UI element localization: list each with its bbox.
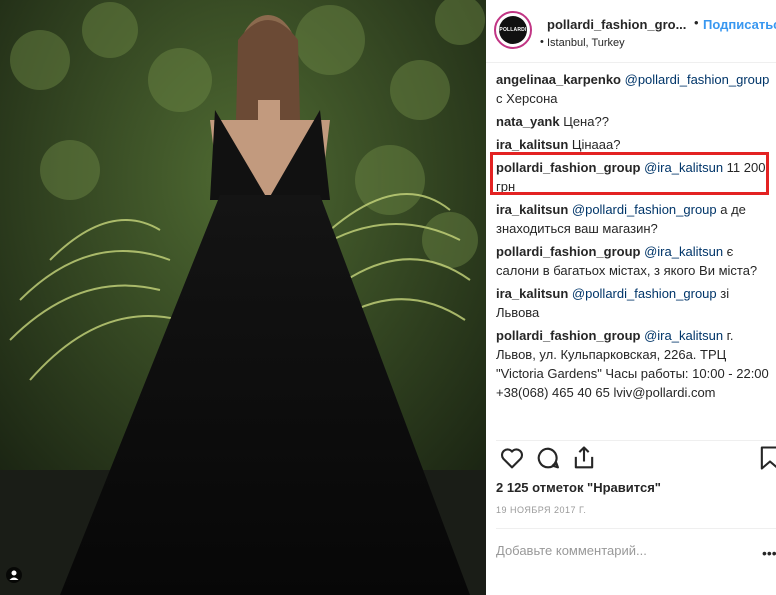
post-panel: POLLARDI pollardi_fashion_gro... • Подпи… xyxy=(486,0,776,595)
comment: pollardi_fashion_group @ira_kalitsun г. … xyxy=(496,326,772,402)
comment-mention[interactable]: @ira_kalitsun xyxy=(644,244,723,259)
location-separator: • xyxy=(540,36,544,48)
user-tag-icon[interactable] xyxy=(6,567,22,583)
more-options-icon[interactable]: ••• xyxy=(762,545,776,561)
post-header: POLLARDI pollardi_fashion_gro... • Подпи… xyxy=(486,0,776,63)
comment-username[interactable]: pollardi_fashion_group xyxy=(496,328,640,343)
comment-mention[interactable]: @ira_kalitsun xyxy=(644,328,723,343)
avatar-logo: POLLARDI xyxy=(499,16,527,44)
heart-icon[interactable] xyxy=(498,444,526,472)
likes-count[interactable]: 2 125 отметок "Нравится" xyxy=(496,480,661,495)
photo-illustration xyxy=(0,0,486,595)
header-separator: • xyxy=(694,15,699,30)
header-username[interactable]: pollardi_fashion_gro... xyxy=(547,17,686,32)
location-link[interactable]: Istanbul, Turkey xyxy=(547,37,625,49)
comment-username[interactable]: ira_kalitsun xyxy=(496,137,568,152)
comment-input[interactable]: Добавьте комментарий... xyxy=(496,543,647,558)
comment: angelinaa_karpenko @pollardi_fashion_gro… xyxy=(496,70,772,108)
bookmark-icon[interactable] xyxy=(756,444,776,472)
comment-mention[interactable]: @pollardi_fashion_group xyxy=(572,202,717,217)
post-date: 19 НОЯБРЯ 2017 Г. xyxy=(496,505,587,515)
divider xyxy=(496,440,776,441)
highlight-box xyxy=(490,152,769,195)
comment-username[interactable]: nata_yank xyxy=(496,114,560,129)
share-icon[interactable] xyxy=(570,444,598,472)
divider xyxy=(496,528,776,529)
comment: nata_yank Цена?? xyxy=(496,112,772,131)
follow-button[interactable]: Подписаться xyxy=(703,17,776,32)
avatar[interactable]: POLLARDI xyxy=(494,11,532,49)
comment: ira_kalitsun @pollardi_fashion_group а д… xyxy=(496,200,772,238)
comment-text: с Херсона xyxy=(496,91,558,106)
comment: pollardi_fashion_group @ira_kalitsun є с… xyxy=(496,242,772,280)
comment-username[interactable]: ira_kalitsun xyxy=(496,202,568,217)
post-photo[interactable] xyxy=(0,0,486,595)
comment-text: Цена?? xyxy=(559,114,609,129)
comment-username[interactable]: pollardi_fashion_group xyxy=(496,244,640,259)
comment-icon[interactable] xyxy=(534,444,562,472)
comment: ira_kalitsun @pollardi_fashion_group зі … xyxy=(496,284,772,322)
action-bar xyxy=(494,444,776,476)
comment-list: angelinaa_karpenko @pollardi_fashion_gro… xyxy=(496,70,772,406)
comment-username[interactable]: angelinaa_karpenko xyxy=(496,72,621,87)
comment-mention[interactable]: @pollardi_fashion_group xyxy=(625,72,770,87)
comment-mention[interactable]: @pollardi_fashion_group xyxy=(572,286,717,301)
comment-text: Цінааа? xyxy=(568,137,621,152)
comment-username[interactable]: ira_kalitsun xyxy=(496,286,568,301)
